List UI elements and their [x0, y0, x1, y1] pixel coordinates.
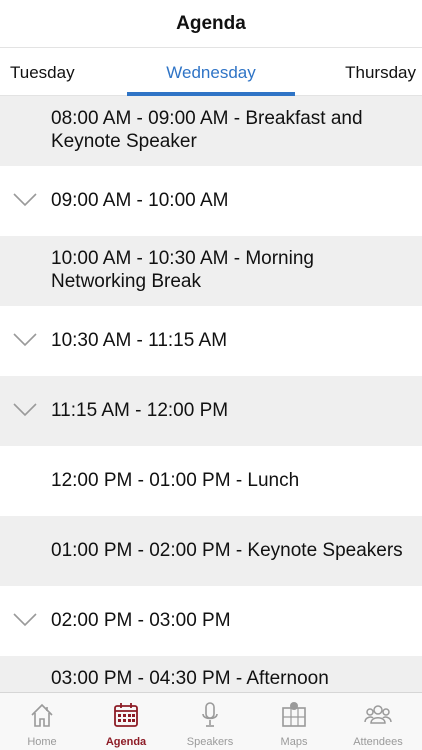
tabbar-label: Agenda	[105, 736, 147, 748]
agenda-list[interactable]: 08:00 AM - 09:00 AM - Breakfast and Keyn…	[0, 96, 422, 692]
tabbar-item-home[interactable]: Home	[0, 693, 84, 750]
agenda-item-text: 08:00 AM - 09:00 AM - Breakfast and Keyn…	[51, 107, 414, 153]
day-tabs: Tuesday Wednesday Thursday	[0, 49, 422, 96]
agenda-item[interactable]: 02:00 PM - 03:00 PM	[0, 586, 422, 656]
chevron-down-icon[interactable]	[13, 403, 37, 417]
agenda-item-text: 02:00 PM - 03:00 PM	[51, 610, 231, 631]
tabbar-item-attendees[interactable]: Attendees	[336, 693, 420, 750]
microphone-icon	[202, 702, 218, 727]
tabbar-item-agenda[interactable]: Agenda	[84, 693, 168, 750]
agenda-item[interactable]: 08:00 AM - 09:00 AM - Breakfast and Keyn…	[0, 96, 422, 166]
agenda-item-line: 10:00 AM - 10:30 AM - Morning	[51, 248, 314, 269]
chevron-down-icon[interactable]	[13, 333, 37, 347]
calendar-icon	[114, 703, 138, 727]
agenda-item[interactable]: 03:00 PM - 04:30 PM - Afternoon	[0, 656, 422, 692]
tabbar-label: Speakers	[186, 736, 234, 748]
agenda-item[interactable]: 10:00 AM - 10:30 AM - Morning Networking…	[0, 236, 422, 306]
chevron-down-icon[interactable]	[13, 613, 37, 627]
tabbar-label: Attendees	[353, 736, 403, 748]
people-icon	[364, 705, 392, 724]
tab-thursday[interactable]: Thursday	[345, 49, 416, 96]
agenda-item-text: 11:15 AM - 12:00 PM	[51, 400, 229, 421]
bottom-tab-bar: Home Agenda Speakers Maps Attendees	[0, 692, 422, 750]
agenda-item-line: 03:00 PM - 04:30 PM - Afternoon	[51, 668, 329, 689]
agenda-item-line: Keynote Speaker	[51, 131, 197, 152]
chevron-down-icon[interactable]	[13, 193, 37, 207]
agenda-item[interactable]: 12:00 PM - 01:00 PM - Lunch	[0, 446, 422, 516]
nav-header: Agenda	[0, 0, 422, 48]
agenda-item-text: 01:00 PM - 02:00 PM - Keynote Speakers	[51, 540, 403, 561]
map-icon	[282, 702, 306, 727]
tab-wednesday[interactable]: Wednesday	[127, 49, 295, 96]
agenda-item-text: 10:30 AM - 11:15 AM	[51, 330, 228, 351]
agenda-item-line: Networking Break	[51, 271, 201, 292]
page-title: Agenda	[176, 12, 246, 34]
tabbar-label: Maps	[280, 736, 308, 748]
agenda-item[interactable]: 01:00 PM - 02:00 PM - Keynote Speakers	[0, 516, 422, 586]
agenda-item[interactable]: 09:00 AM - 10:00 AM	[0, 166, 422, 236]
agenda-item-text: 09:00 AM - 10:00 AM	[51, 190, 229, 211]
tabbar-item-speakers[interactable]: Speakers	[168, 693, 252, 750]
tab-tuesday[interactable]: Tuesday	[10, 49, 75, 96]
tabbar-item-maps[interactable]: Maps	[252, 693, 336, 750]
agenda-item-text: 03:00 PM - 04:30 PM - Afternoon	[51, 667, 414, 690]
home-icon	[31, 703, 53, 727]
agenda-item-line: 08:00 AM - 09:00 AM - Breakfast and	[51, 108, 363, 129]
agenda-item-text: 12:00 PM - 01:00 PM - Lunch	[51, 470, 300, 491]
agenda-item[interactable]: 10:30 AM - 11:15 AM	[0, 306, 422, 376]
agenda-item-text: 10:00 AM - 10:30 AM - Morning Networking…	[51, 247, 414, 293]
tabbar-label: Home	[27, 736, 57, 748]
agenda-item[interactable]: 11:15 AM - 12:00 PM	[0, 376, 422, 446]
